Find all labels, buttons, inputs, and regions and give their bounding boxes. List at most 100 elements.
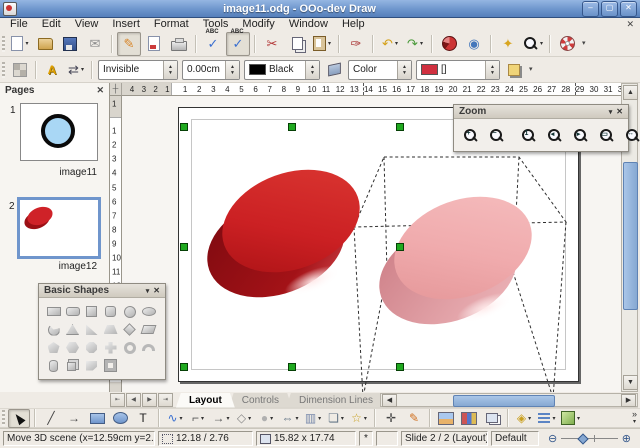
area-button[interactable] <box>322 58 346 82</box>
styles-button[interactable]: A <box>40 58 64 82</box>
page-width-button[interactable]: ↔ <box>620 123 640 147</box>
points-button[interactable]: ✛ <box>380 409 402 428</box>
page-thumbnail-image12-selected[interactable] <box>17 197 101 259</box>
zoom-slider-track[interactable] <box>561 434 618 443</box>
clone-button[interactable] <box>481 409 503 428</box>
folded-corner-shape-button[interactable] <box>83 357 100 374</box>
horizontal-scrollbar[interactable]: ◀ ▶ <box>380 393 638 407</box>
dropdown-arrow-icon[interactable]: ▾ <box>395 40 398 47</box>
new-document-button[interactable]: ▾ <box>8 32 32 56</box>
line-color-combo[interactable]: Black ▲▼ <box>244 60 320 80</box>
zoom-slider-thumb[interactable] <box>578 433 589 444</box>
diamond-shape-button[interactable] <box>121 321 138 338</box>
save-button[interactable] <box>58 32 82 56</box>
insert-picture-button[interactable] <box>435 409 457 428</box>
zoom-panel-close-icon[interactable]: ✕ <box>616 107 623 116</box>
horizontal-scroll-thumb[interactable] <box>453 395 555 407</box>
ellipse-shape-button[interactable] <box>140 303 157 320</box>
parallelogram-shape-button[interactable] <box>140 321 157 338</box>
arrow-style-button[interactable]: ⇄▾ <box>64 58 88 82</box>
ring-shape-button[interactable] <box>121 339 138 356</box>
dropdown-arrow-icon[interactable]: ▾ <box>201 415 204 422</box>
triangle-shape-button[interactable] <box>64 321 81 338</box>
vertical-scroll-thumb[interactable] <box>623 162 638 310</box>
scroll-left-icon[interactable]: ◀ <box>382 394 397 407</box>
spinner[interactable]: ▲▼ <box>485 61 499 79</box>
pages-panel-close-icon[interactable]: ✕ <box>96 85 104 96</box>
dropdown-arrow-icon[interactable]: ▾ <box>295 415 298 422</box>
document-close-icon[interactable]: ✕ <box>626 19 634 30</box>
spinner[interactable]: ▲▼ <box>163 61 177 79</box>
dropdown-arrow-icon[interactable]: ▾ <box>248 415 251 422</box>
scroll-up-icon[interactable]: ▲ <box>623 85 638 100</box>
redo-button[interactable]: ↷▾ <box>403 32 427 56</box>
document-as-email-button[interactable]: ✉ <box>83 32 107 56</box>
undo-button[interactable]: ↶▾ <box>378 32 402 56</box>
gallery-button[interactable] <box>458 409 480 428</box>
spellcheck-button[interactable]: ✓ <box>201 32 225 56</box>
callouts-button[interactable]: ❏▾ <box>325 409 347 428</box>
zoom-previous-button[interactable]: ◂ <box>542 123 566 147</box>
octagon-shape-button[interactable] <box>83 339 100 356</box>
shapes-panel-close-icon[interactable]: ✕ <box>153 286 160 295</box>
spinner[interactable]: ▲▼ <box>305 61 319 79</box>
zoom-slider[interactable]: ⊖ ⊕ <box>542 432 637 445</box>
zoom-out-icon[interactable]: ⊖ <box>548 432 557 445</box>
rectangle-button[interactable] <box>86 409 108 428</box>
basic-shapes-button[interactable]: ◇▾ <box>233 409 255 428</box>
menu-edit[interactable]: Edit <box>35 18 68 31</box>
area-style-combo[interactable]: Color ▲▼ <box>348 60 412 80</box>
gluepoints-button[interactable]: ✎ <box>403 409 425 428</box>
toolbar-grip[interactable] <box>2 36 5 52</box>
cut-button[interactable]: ✂ <box>260 32 284 56</box>
next-page-button[interactable]: ▶ <box>142 393 157 407</box>
symbol-shapes-button[interactable]: ●▾ <box>256 409 278 428</box>
dropdown-arrow-icon[interactable]: ▾ <box>180 415 183 422</box>
previous-page-button[interactable]: ◀ <box>126 393 141 407</box>
open-button[interactable] <box>33 32 57 56</box>
horizontal-ruler[interactable]: 4321123456789101112131415161718192021222… <box>122 83 621 96</box>
tab-dimension-lines[interactable]: Dimension Lines <box>286 393 386 408</box>
maximize-button[interactable]: ▢ <box>601 1 618 17</box>
rounded-rectangle-shape-button[interactable] <box>64 303 81 320</box>
dropdown-arrow-icon[interactable]: ▾ <box>318 415 321 422</box>
tab-layout[interactable]: Layout <box>176 393 235 408</box>
line-button[interactable]: ╱ <box>40 409 62 428</box>
close-button[interactable]: ✕ <box>620 1 637 17</box>
shapes-panel-collapse-icon[interactable]: ▾ <box>146 287 150 295</box>
zoom-100-percent-button[interactable]: 1 <box>516 123 540 147</box>
cube-shape-button[interactable] <box>64 357 81 374</box>
alignment-button[interactable]: ▾ <box>536 409 558 428</box>
paste-button[interactable]: ▾ <box>310 32 334 56</box>
line-width-spinner[interactable]: 0.00cm ▲▼ <box>182 60 240 80</box>
menu-format[interactable]: Format <box>147 18 196 31</box>
select-button[interactable] <box>8 409 30 428</box>
dropdown-arrow-icon[interactable]: ▾ <box>552 415 555 422</box>
first-page-button[interactable]: ⇤ <box>110 393 125 407</box>
dropdown-arrow-icon[interactable]: ▾ <box>226 415 229 422</box>
curve-button[interactable]: ∿▾ <box>164 409 186 428</box>
dropdown-arrow-icon[interactable]: ▾ <box>364 415 367 422</box>
trapezoid-shape-button[interactable] <box>102 321 119 338</box>
ellipse-button[interactable] <box>109 409 131 428</box>
zoom-next-button[interactable]: ▸ <box>568 123 592 147</box>
rounded-square-shape-button[interactable] <box>102 303 119 320</box>
grid-button[interactable] <box>8 58 32 82</box>
toolbar-overflow-icon[interactable]: ▾ <box>582 40 586 47</box>
block-arc-shape-button[interactable] <box>140 339 157 356</box>
arrange-3d-objects-button[interactable]: ▾ <box>559 409 582 428</box>
spinner[interactable]: ▲▼ <box>397 61 411 79</box>
format-paintbrush-button[interactable]: ✑ <box>344 32 368 56</box>
flowchart-button[interactable]: ▥▾ <box>302 409 324 428</box>
dropdown-arrow-icon[interactable]: ▾ <box>25 40 28 47</box>
dropdown-arrow-icon[interactable]: ▾ <box>328 40 331 47</box>
cross-shape-button[interactable] <box>102 339 119 356</box>
menu-window[interactable]: Window <box>282 18 335 31</box>
dropdown-arrow-icon[interactable]: ▾ <box>528 415 531 422</box>
square-shape-button[interactable] <box>83 303 100 320</box>
toolbar-grip[interactable] <box>2 62 5 78</box>
menu-insert[interactable]: Insert <box>105 18 147 31</box>
dropdown-arrow-icon[interactable]: ▾ <box>270 415 273 422</box>
export-pdf-button[interactable] <box>142 32 166 56</box>
zoom-in-button[interactable]: + <box>458 123 482 147</box>
